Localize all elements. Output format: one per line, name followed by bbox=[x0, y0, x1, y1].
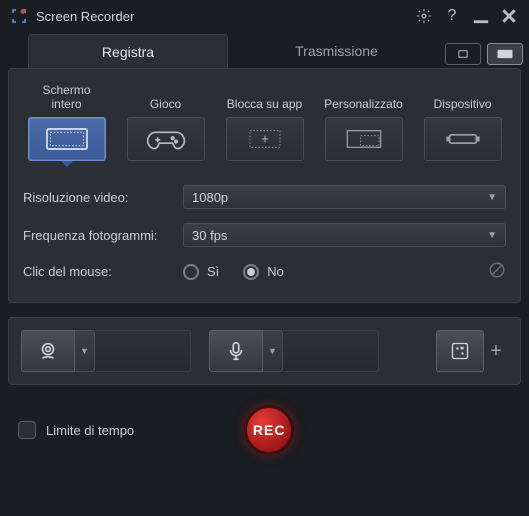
device-row: ▼ ▼ + bbox=[8, 317, 521, 385]
add-overlay-button[interactable]: + bbox=[484, 330, 508, 372]
app-title: Screen Recorder bbox=[36, 9, 407, 24]
radio-no-label: No bbox=[267, 264, 284, 279]
record-button[interactable]: REC bbox=[244, 405, 294, 455]
mode-fullscreen-label: Schermo intero bbox=[42, 79, 90, 111]
tab-stream[interactable]: Trasmissione bbox=[228, 34, 445, 68]
webcam-dropdown[interactable]: ▼ bbox=[75, 330, 95, 372]
resolution-dropdown[interactable]: 1080p ▼ bbox=[183, 185, 506, 209]
chevron-down-icon: ▼ bbox=[487, 192, 497, 203]
compact-view-button[interactable] bbox=[445, 43, 481, 65]
mode-device-button[interactable] bbox=[424, 117, 502, 161]
framerate-dropdown[interactable]: 30 fps ▼ bbox=[183, 223, 506, 247]
webcam-meter bbox=[95, 330, 191, 372]
mode-lockapp-label: Blocca su app bbox=[227, 79, 302, 111]
mode-game-label: Gioco bbox=[150, 79, 181, 111]
mode-fullscreen-button[interactable] bbox=[28, 117, 106, 161]
mode-device-label: Dispositivo bbox=[433, 79, 491, 111]
radio-icon bbox=[183, 264, 199, 280]
settings-icon[interactable] bbox=[413, 5, 435, 27]
close-button[interactable] bbox=[499, 6, 519, 26]
radio-icon bbox=[243, 264, 259, 280]
mouseclick-no-radio[interactable]: No bbox=[243, 264, 284, 280]
radio-yes-label: Sì bbox=[207, 264, 219, 279]
framerate-label: Frequenza fotogrammi: bbox=[23, 228, 183, 243]
timelimit-checkbox[interactable] bbox=[18, 421, 36, 439]
framerate-value: 30 fps bbox=[192, 228, 227, 243]
help-icon[interactable]: ? bbox=[441, 5, 463, 27]
resolution-value: 1080p bbox=[192, 190, 228, 205]
full-view-button[interactable] bbox=[487, 43, 523, 65]
minimize-button[interactable] bbox=[471, 6, 491, 26]
overlay-button[interactable] bbox=[436, 330, 484, 372]
mouseclick-yes-radio[interactable]: Sì bbox=[183, 264, 219, 280]
app-logo-icon bbox=[10, 7, 28, 25]
webcam-button[interactable] bbox=[21, 330, 75, 372]
mode-lockapp-button[interactable] bbox=[226, 117, 304, 161]
disabled-icon bbox=[488, 261, 506, 282]
mouseclick-label: Clic del mouse: bbox=[23, 264, 183, 279]
microphone-meter bbox=[283, 330, 379, 372]
record-label: REC bbox=[253, 422, 286, 438]
main-panel: Schermo intero Gioco Blocca su app Perso… bbox=[8, 68, 521, 303]
tab-record[interactable]: Registra bbox=[28, 34, 228, 68]
microphone-button[interactable] bbox=[209, 330, 263, 372]
chevron-down-icon: ▼ bbox=[487, 230, 497, 241]
mode-custom-label: Personalizzato bbox=[324, 79, 403, 111]
microphone-dropdown[interactable]: ▼ bbox=[263, 330, 283, 372]
resolution-label: Risoluzione video: bbox=[23, 190, 183, 205]
mode-custom-button[interactable] bbox=[325, 117, 403, 161]
mode-game-button[interactable] bbox=[127, 117, 205, 161]
timelimit-label: Limite di tempo bbox=[46, 423, 134, 438]
